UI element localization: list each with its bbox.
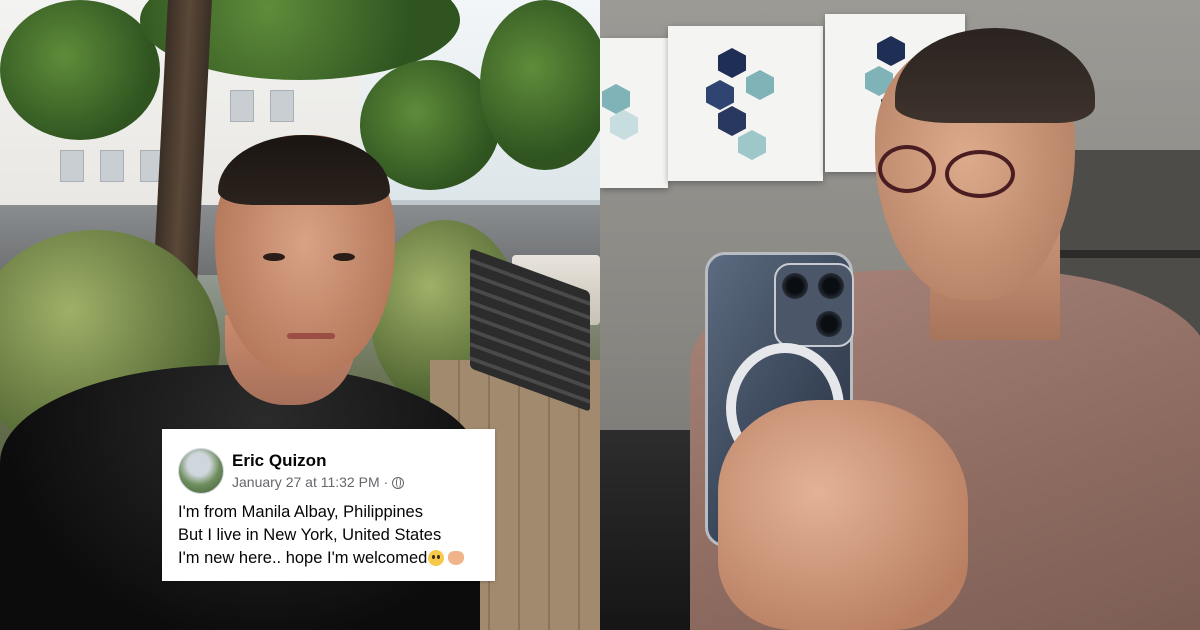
- wall-art: [600, 38, 668, 188]
- glasses-lens: [945, 150, 1015, 198]
- eye: [263, 253, 285, 261]
- post-body: I'm from Manila Albay, Philippines But I…: [178, 501, 465, 570]
- hair: [218, 135, 390, 205]
- pleading-face-emoji: [428, 550, 445, 566]
- camera-lens: [782, 273, 808, 299]
- post-line-text: I'm new here.. hope I'm welcomed: [178, 549, 428, 567]
- post-author-name[interactable]: Eric Quizon: [232, 451, 326, 471]
- hexagon: [746, 70, 774, 100]
- hexagon: [706, 80, 734, 110]
- hand: [718, 400, 968, 630]
- globe-icon: [392, 477, 405, 489]
- post-card: Eric Quizon January 27 at 11:32 PM · I'm…: [162, 429, 495, 581]
- building-window: [230, 90, 254, 122]
- hexagon: [877, 36, 905, 66]
- wall-art: [668, 26, 823, 181]
- glasses-lens: [878, 145, 936, 193]
- shelf-board: [1040, 250, 1200, 258]
- mouth: [287, 333, 335, 339]
- post-meta: January 27 at 11:32 PM ·: [232, 474, 405, 490]
- camera-lens: [816, 311, 842, 337]
- tree-canopy: [0, 0, 160, 140]
- hexagon: [718, 106, 746, 136]
- post-line: But I live in New York, United States: [178, 526, 442, 544]
- eye: [333, 253, 355, 261]
- tree-canopy: [480, 0, 600, 170]
- open-hands-emoji: [448, 551, 465, 565]
- post-line-last: I'm new here.. hope I'm welcomed: [178, 547, 465, 570]
- camera-lens: [818, 273, 844, 299]
- post-timestamp[interactable]: January 27 at 11:32 PM ·: [232, 474, 388, 490]
- post-line: I'm from Manila Albay, Philippines: [178, 503, 423, 521]
- hexagon: [602, 84, 630, 114]
- building-window: [270, 90, 294, 122]
- hexagon: [738, 130, 766, 160]
- hexagon: [610, 110, 638, 140]
- hexagon: [718, 48, 746, 78]
- avatar[interactable]: [178, 448, 224, 494]
- camera-module: [774, 263, 854, 347]
